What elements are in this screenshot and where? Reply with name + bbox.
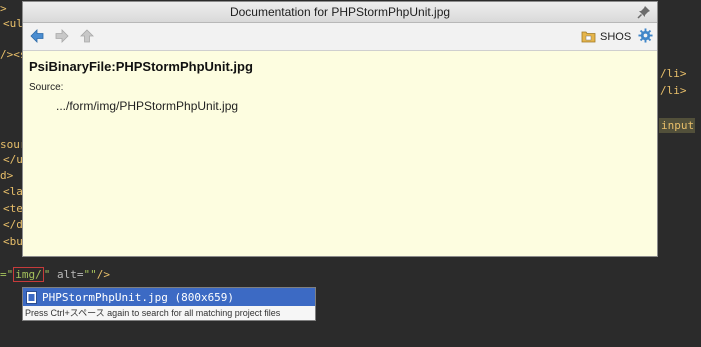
- pin-icon[interactable]: [637, 5, 651, 19]
- code-fragment: </u: [3, 153, 23, 166]
- external-doc-button[interactable]: SHOS: [581, 28, 631, 45]
- image-file-icon: [26, 290, 37, 304]
- gear-icon[interactable]: [638, 28, 653, 43]
- popup-title: Documentation for PHPStormPhpUnit.jpg: [229, 5, 451, 19]
- completion-hint: Press Ctrl+スペース again to search for all …: [23, 306, 315, 320]
- arrow-up-icon[interactable]: [79, 28, 95, 44]
- doc-heading: PsiBinaryFile:PHPStormPhpUnit.jpg: [29, 59, 253, 74]
- code-fragment: /li>: [660, 67, 687, 80]
- external-doc-label: SHOS: [600, 30, 632, 43]
- documentation-popup: Documentation for PHPStormPhpUnit.jpg SH…: [22, 1, 658, 257]
- tag-close: />: [96, 268, 110, 281]
- current-code-line[interactable]: =" img/" alt=""/>: [0, 267, 110, 282]
- code-fragment: >: [0, 2, 7, 15]
- documentation-body: PsiBinaryFile:PHPStormPhpUnit.jpg Source…: [23, 51, 657, 121]
- completion-item-label: PHPStormPhpUnit.jpg (800x659): [42, 290, 235, 304]
- arrow-left-icon[interactable]: [29, 28, 45, 44]
- popup-toolbar: SHOS: [23, 23, 657, 51]
- completion-item[interactable]: PHPStormPhpUnit.jpg (800x659): [23, 288, 315, 306]
- completion-popup: PHPStormPhpUnit.jpg (800x659) Press Ctrl…: [22, 287, 316, 321]
- source-path: .../form/img/PHPStormPhpUnit.jpg: [56, 99, 239, 113]
- completion-anchor[interactable]: img/: [13, 267, 44, 282]
- attr-value-open: =": [0, 268, 14, 281]
- source-label: Source:: [29, 82, 64, 93]
- code-fragment: /li>: [660, 84, 687, 97]
- code-fragment: <ul: [3, 17, 23, 30]
- arrow-right-icon[interactable]: [54, 28, 70, 44]
- code-fragment-highlighted: input: [659, 118, 695, 133]
- folder-icon: [581, 31, 596, 43]
- code-fragment: </d: [3, 218, 23, 231]
- alt-attribute: alt=: [50, 268, 84, 281]
- alt-value: "": [83, 268, 97, 281]
- code-fragment: d>: [0, 169, 14, 182]
- popup-titlebar[interactable]: Documentation for PHPStormPhpUnit.jpg: [23, 2, 657, 23]
